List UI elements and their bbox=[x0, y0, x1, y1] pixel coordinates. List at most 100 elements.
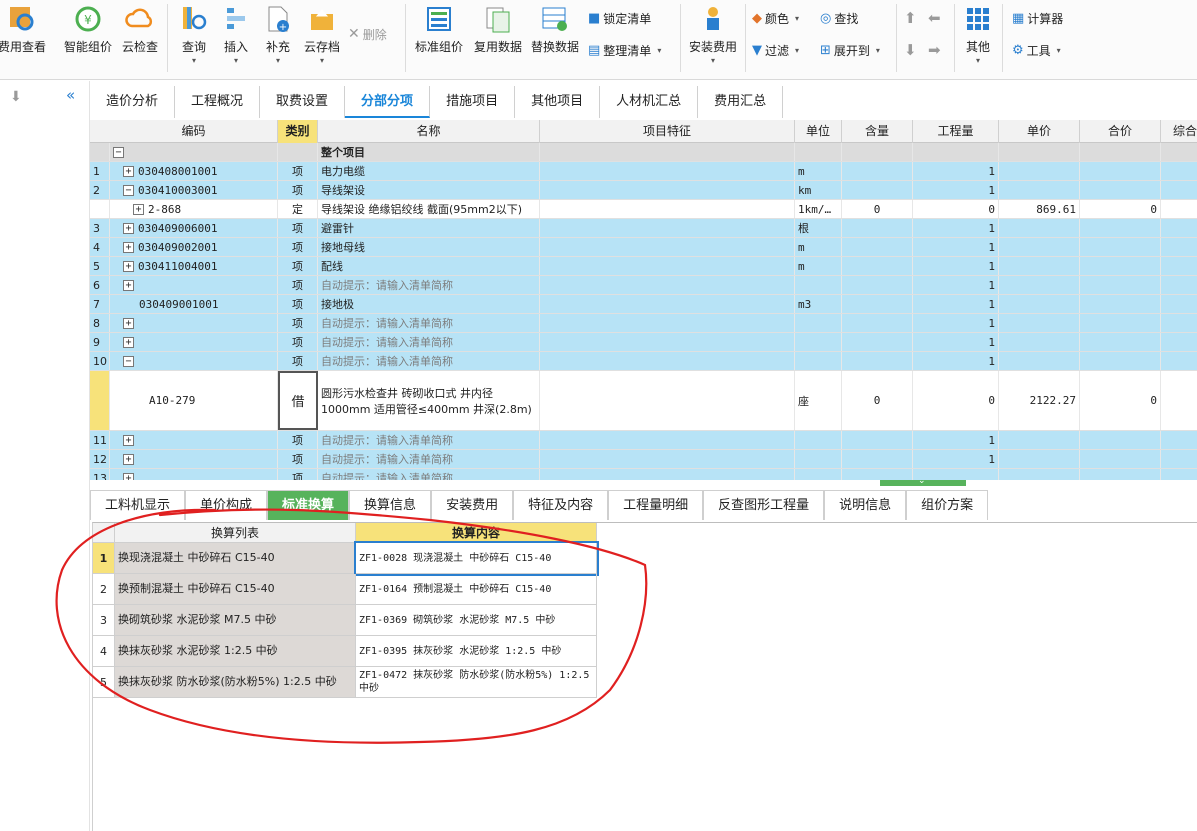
cell-num[interactable]: 12 bbox=[90, 450, 110, 468]
conversion-content-cell[interactable]: ZF1-0395 抹灰砂浆 水泥砂浆 1:2.5 中砂 bbox=[356, 636, 597, 667]
cell-total[interactable] bbox=[1080, 469, 1161, 480]
cell-price[interactable] bbox=[999, 314, 1080, 332]
cell-content[interactable] bbox=[842, 143, 913, 161]
cell-num[interactable]: 6 bbox=[90, 276, 110, 294]
cell-type[interactable]: 借 bbox=[278, 371, 318, 430]
table-row[interactable]: 6 + 项 自动提示：请输入清单简称 1 bbox=[90, 276, 1197, 295]
cell-num[interactable]: 2 bbox=[90, 181, 110, 199]
detail-tab-4[interactable]: 换算信息 bbox=[349, 490, 432, 520]
cell-qty[interactable]: 1 bbox=[913, 238, 999, 256]
table-row[interactable]: 11 + 项 自动提示：请输入清单简称 1 bbox=[90, 431, 1197, 450]
detail-tab-7[interactable]: 工程量明细 bbox=[608, 490, 704, 520]
expand-icon[interactable]: + bbox=[133, 203, 144, 215]
cell-name[interactable]: 电力电缆 bbox=[318, 162, 540, 180]
cell-name[interactable]: 避雷针 bbox=[318, 219, 540, 237]
cell-price[interactable] bbox=[999, 352, 1080, 370]
cell-comp[interactable] bbox=[1161, 431, 1197, 449]
cell-qty[interactable]: 1 bbox=[913, 276, 999, 294]
cell-unit[interactable] bbox=[795, 469, 842, 480]
supplement-button[interactable]: + 补充 ▾ bbox=[258, 4, 298, 74]
cell-type[interactable]: 项 bbox=[278, 219, 318, 237]
cell-total[interactable] bbox=[1080, 238, 1161, 256]
cell-type[interactable]: 项 bbox=[278, 238, 318, 256]
tab-2[interactable]: 工程概况 bbox=[175, 86, 261, 118]
cell-comp[interactable] bbox=[1161, 352, 1197, 370]
cell-feat[interactable] bbox=[540, 333, 795, 351]
cell-num[interactable]: 13 bbox=[90, 469, 110, 480]
cell-qty[interactable]: 1 bbox=[913, 295, 999, 313]
expand-icon[interactable]: + bbox=[123, 336, 134, 348]
cell-unit[interactable] bbox=[795, 276, 842, 294]
cell-name[interactable]: 自动提示：请输入清单简称 bbox=[318, 431, 540, 449]
cell-qty[interactable] bbox=[913, 143, 999, 161]
lock-list-button[interactable]: ■ 锁定清单 bbox=[588, 8, 651, 28]
cell-type[interactable]: 项 bbox=[278, 314, 318, 332]
cell-comp[interactable] bbox=[1161, 371, 1197, 430]
cell-num[interactable] bbox=[90, 200, 110, 218]
cell-total[interactable] bbox=[1080, 431, 1161, 449]
organize-list-button[interactable]: ▤ 整理清单 ▾ bbox=[588, 40, 661, 60]
conversion-content-cell[interactable]: ZF1-0164 预制混凝土 中砂碎石 C15-40 bbox=[356, 574, 597, 605]
cell-name[interactable]: 自动提示：请输入清单简称 bbox=[318, 333, 540, 351]
cell-feat[interactable] bbox=[540, 469, 795, 480]
cell-code[interactable]: 030409001001 bbox=[110, 295, 278, 313]
conversion-list-cell[interactable]: 换抹灰砂浆 水泥砂浆 1:2.5 中砂 bbox=[115, 636, 356, 667]
cell-comp[interactable] bbox=[1161, 469, 1197, 480]
cell-unit[interactable] bbox=[795, 431, 842, 449]
table-row[interactable]: 7 030409001001 项 接地极 m3 1 bbox=[90, 295, 1197, 314]
cell-price[interactable] bbox=[999, 431, 1080, 449]
cell-num[interactable]: 4 bbox=[90, 238, 110, 256]
cell-num[interactable]: 9 bbox=[90, 333, 110, 351]
cell-code[interactable]: + bbox=[110, 450, 278, 468]
cell-code[interactable]: − bbox=[110, 352, 278, 370]
cell-code[interactable]: − bbox=[110, 143, 278, 161]
cell-name[interactable]: 接地母线 bbox=[318, 238, 540, 256]
cell-content[interactable] bbox=[842, 450, 913, 468]
collapse-icon[interactable]: − bbox=[123, 184, 134, 196]
cell-name[interactable]: 自动提示：请输入清单简称 bbox=[318, 352, 540, 370]
cell-comp[interactable] bbox=[1161, 314, 1197, 332]
cell-feat[interactable] bbox=[540, 450, 795, 468]
cell-qty[interactable]: 1 bbox=[913, 352, 999, 370]
tab-4[interactable]: 分部分项 bbox=[345, 86, 431, 118]
cell-name[interactable]: 自动提示：请输入清单简称 bbox=[318, 276, 540, 294]
cell-qty[interactable]: 1 bbox=[913, 257, 999, 275]
column-header-feat[interactable]: 项目特征 bbox=[540, 120, 795, 143]
column-header-total[interactable]: 合价 bbox=[1080, 120, 1161, 143]
calculator-button[interactable]: ▦ 计算器 bbox=[1012, 8, 1063, 28]
cell-content[interactable] bbox=[842, 181, 913, 199]
cell-name[interactable]: 整个项目 bbox=[318, 143, 540, 161]
cell-price[interactable] bbox=[999, 162, 1080, 180]
cell-num[interactable]: 7 bbox=[90, 295, 110, 313]
cell-comp[interactable] bbox=[1161, 162, 1197, 180]
cell-content[interactable] bbox=[842, 257, 913, 275]
move-left-button[interactable]: ⬅ bbox=[928, 8, 941, 28]
cell-unit[interactable]: 根 bbox=[795, 219, 842, 237]
cell-code[interactable]: + bbox=[110, 469, 278, 480]
table-row[interactable]: 10 − 项 自动提示：请输入清单简称 1 bbox=[90, 352, 1197, 371]
detail-tab-2[interactable]: 单价构成 bbox=[185, 490, 268, 520]
cell-feat[interactable] bbox=[540, 219, 795, 237]
cell-code[interactable]: −030410003001 bbox=[110, 181, 278, 199]
conversion-list-cell[interactable]: 换预制混凝土 中砂碎石 C15-40 bbox=[115, 574, 356, 605]
find-button[interactable]: ◎ 查找 bbox=[820, 8, 858, 28]
cell-type[interactable]: 项 bbox=[278, 276, 318, 294]
cell-total[interactable] bbox=[1080, 257, 1161, 275]
cell-qty[interactable]: 1 bbox=[913, 431, 999, 449]
conversion-row[interactable]: 3 换砌筑砂浆 水泥砂浆 M7.5 中砂 ZF1-0369 砌筑砂浆 水泥砂浆 M7… bbox=[93, 605, 597, 636]
cell-total[interactable] bbox=[1080, 181, 1161, 199]
column-header-comp[interactable]: 综合 bbox=[1161, 120, 1197, 143]
cost-view-button[interactable]: 费用查看 bbox=[0, 4, 48, 74]
cell-qty[interactable]: 1 bbox=[913, 333, 999, 351]
conversion-row[interactable]: 5 换抹灰砂浆 防水砂浆(防水粉5%) 1:2.5 中砂 ZF1-0472 抹灰砂浆… bbox=[93, 667, 597, 698]
cell-num[interactable]: 10 bbox=[90, 352, 110, 370]
cell-content[interactable] bbox=[842, 314, 913, 332]
detail-tab-1[interactable]: 工料机显示 bbox=[90, 490, 186, 520]
cell-qty[interactable]: 1 bbox=[913, 219, 999, 237]
reuse-data-button[interactable]: 复用数据 bbox=[470, 4, 526, 74]
cell-feat[interactable] bbox=[540, 352, 795, 370]
cell-code[interactable]: +030408001001 bbox=[110, 162, 278, 180]
cell-type[interactable]: 项 bbox=[278, 162, 318, 180]
column-header-content[interactable]: 含量 bbox=[842, 120, 913, 143]
cell-code[interactable]: A10-279 bbox=[110, 371, 278, 430]
